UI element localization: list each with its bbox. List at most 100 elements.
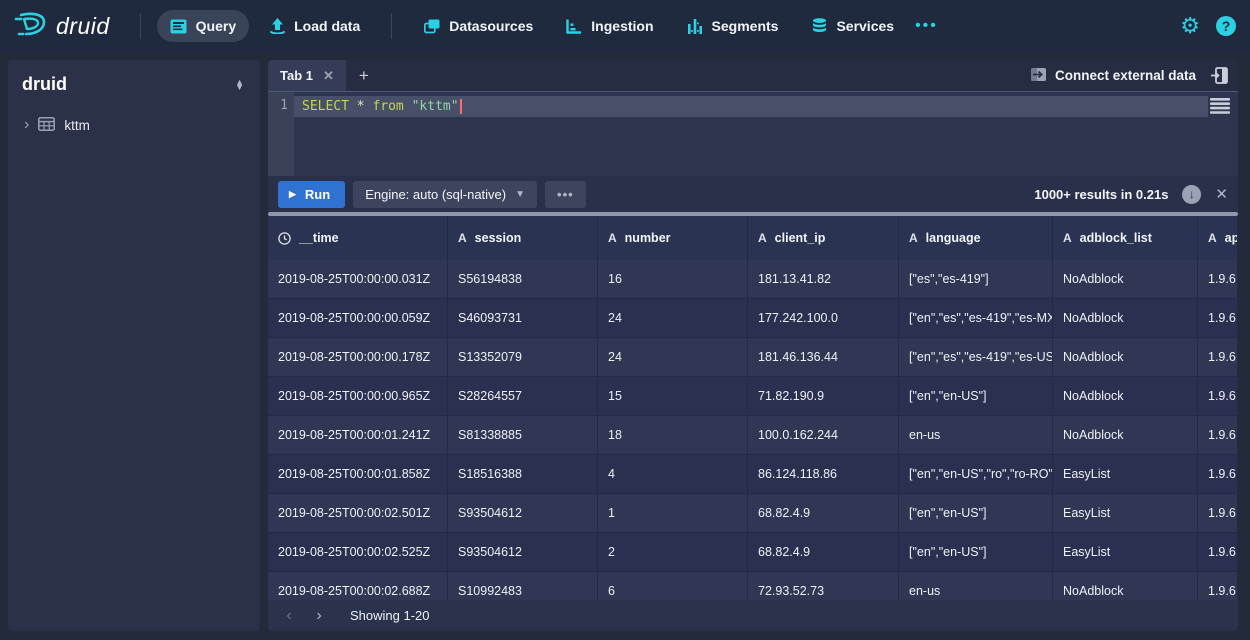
column-header-adblock_list[interactable]: Aadblock_list <box>1053 216 1198 260</box>
table-cell[interactable]: NoAdblock <box>1053 416 1198 455</box>
table-cell[interactable]: ["es","es-419"] <box>899 260 1053 299</box>
table-cell[interactable]: 1.9.6 <box>1198 260 1238 299</box>
nav-item-services[interactable]: Services <box>797 10 907 42</box>
code-area[interactable]: SELECT * from "kttm" <box>294 92 1238 176</box>
table-cell[interactable]: S93504612 <box>448 533 598 572</box>
table-cell[interactable]: EasyList <box>1053 455 1198 494</box>
close-results-icon[interactable]: ✕ <box>1215 185 1228 203</box>
sort-icon[interactable]: ▲▼ <box>233 78 246 92</box>
table-cell[interactable]: 2019-08-25T00:00:02.525Z <box>268 533 448 572</box>
table-cell[interactable]: 2019-08-25T00:00:00.059Z <box>268 299 448 338</box>
table-cell[interactable]: 24 <box>598 299 748 338</box>
table-cell[interactable]: NoAdblock <box>1053 260 1198 299</box>
table-cell[interactable]: 72.93.52.73 <box>748 572 899 600</box>
table-cell[interactable]: 1.9.6 <box>1198 572 1238 600</box>
download-icon[interactable]: ↓ <box>1182 185 1201 204</box>
table-cell[interactable]: NoAdblock <box>1053 299 1198 338</box>
table-cell[interactable]: ["en","es","es-419","es-MX" <box>899 299 1053 338</box>
tab-close-icon[interactable]: ✕ <box>323 68 334 84</box>
druid-logo[interactable]: druid <box>14 9 110 44</box>
table-cell[interactable]: 6 <box>598 572 748 600</box>
table-cell[interactable]: 1.9.6 <box>1198 377 1238 416</box>
table-cell[interactable]: ["en","en-US"] <box>899 494 1053 533</box>
table-cell[interactable]: 2019-08-25T00:00:01.241Z <box>268 416 448 455</box>
table-cell[interactable]: ["en","en-US","ro","ro-RO" <box>899 455 1053 494</box>
column-header-session[interactable]: Asession <box>448 216 598 260</box>
editor-menu-icon[interactable] <box>1210 98 1230 119</box>
table-cell[interactable]: S81338885 <box>448 416 598 455</box>
table-cell[interactable]: NoAdblock <box>1053 338 1198 377</box>
table-cell[interactable]: 100.0.162.244 <box>748 416 899 455</box>
settings-gear-icon[interactable]: ⚙ <box>1180 15 1200 37</box>
nav-item-datasources[interactable]: Datasources <box>410 10 546 42</box>
sql-line[interactable]: SELECT * from "kttm" <box>294 96 1208 117</box>
table-cell[interactable]: 1 <box>598 494 748 533</box>
table-cell[interactable]: NoAdblock <box>1053 377 1198 416</box>
table-cell[interactable]: 2019-08-25T00:00:02.688Z <box>268 572 448 600</box>
table-cell[interactable]: 2019-08-25T00:00:00.965Z <box>268 377 448 416</box>
table-cell[interactable]: S46093731 <box>448 299 598 338</box>
connect-external-data-button[interactable]: Connect external data <box>1030 67 1196 85</box>
table-cell[interactable]: en-us <box>899 572 1053 600</box>
column-header-client_ip[interactable]: Aclient_ip <box>748 216 899 260</box>
prev-page-icon[interactable]: ‹ <box>276 604 302 628</box>
table-cell[interactable]: 2 <box>598 533 748 572</box>
table-cell[interactable]: 68.82.4.9 <box>748 533 899 572</box>
table-cell[interactable]: 1.9.6 <box>1198 299 1238 338</box>
table-cell[interactable]: 1.9.6 <box>1198 494 1238 533</box>
table-cell[interactable]: ["en","en-US"] <box>899 377 1053 416</box>
table-cell[interactable]: 1.9.6 <box>1198 338 1238 377</box>
open-side-panel-icon[interactable] <box>1210 67 1228 84</box>
table-cell[interactable]: S28264557 <box>448 377 598 416</box>
table-cell[interactable]: S10992483 <box>448 572 598 600</box>
add-tab-button[interactable]: + <box>346 60 382 91</box>
run-button[interactable]: ▶ Run <box>278 181 345 208</box>
table-cell[interactable]: 1.9.6 <box>1198 416 1238 455</box>
table-cell[interactable]: 86.124.118.86 <box>748 455 899 494</box>
table-cell[interactable]: NoAdblock <box>1053 572 1198 600</box>
table-cell[interactable]: EasyList <box>1053 494 1198 533</box>
table-cell[interactable]: 1.9.6 <box>1198 455 1238 494</box>
sql-editor[interactable]: 1 SELECT * from "kttm" <box>268 92 1238 176</box>
column-header-ap[interactable]: Aap <box>1198 216 1238 260</box>
table-cell[interactable]: ["en","es","es-419","es-US" <box>899 338 1053 377</box>
table-cell[interactable]: 2019-08-25T00:00:00.031Z <box>268 260 448 299</box>
table-cell[interactable]: 71.82.190.9 <box>748 377 899 416</box>
query-more-button[interactable]: ••• <box>545 181 586 208</box>
engine-select-button[interactable]: Engine: auto (sql-native) ▼ <box>353 181 537 208</box>
table-cell[interactable]: EasyList <box>1053 533 1198 572</box>
table-cell[interactable]: 1.9.6 <box>1198 533 1238 572</box>
table-cell[interactable]: 16 <box>598 260 748 299</box>
table-cell[interactable]: 4 <box>598 455 748 494</box>
table-cell[interactable]: S56194838 <box>448 260 598 299</box>
nav-item-query[interactable]: Query <box>157 10 249 42</box>
table-cell[interactable]: 2019-08-25T00:00:00.178Z <box>268 338 448 377</box>
nav-item-load-data[interactable]: Load data <box>255 10 373 42</box>
navbar-more-button[interactable]: ••• <box>907 10 946 42</box>
column-header-language[interactable]: Alanguage <box>899 216 1053 260</box>
datasource-item-kttm[interactable]: ›kttm <box>22 113 246 138</box>
horizontal-scrollbar[interactable] <box>268 212 1238 216</box>
table-cell[interactable]: 68.82.4.9 <box>748 494 899 533</box>
nav-item-segments[interactable]: Segments <box>673 10 792 42</box>
table-cell[interactable]: 2019-08-25T00:00:01.858Z <box>268 455 448 494</box>
tab-1[interactable]: Tab 1 ✕ <box>268 60 346 91</box>
table-cell[interactable]: en-us <box>899 416 1053 455</box>
table-cell[interactable]: 24 <box>598 338 748 377</box>
table-cell[interactable]: S13352079 <box>448 338 598 377</box>
table-cell[interactable]: 181.46.136.44 <box>748 338 899 377</box>
nav-item-ingestion[interactable]: Ingestion <box>552 10 666 42</box>
table-cell[interactable]: S93504612 <box>448 494 598 533</box>
chevron-right-icon[interactable]: › <box>24 117 29 133</box>
table-cell[interactable]: 2019-08-25T00:00:02.501Z <box>268 494 448 533</box>
table-cell[interactable]: 18 <box>598 416 748 455</box>
table-cell[interactable]: ["en","en-US"] <box>899 533 1053 572</box>
column-header-__time[interactable]: __time <box>268 216 448 260</box>
next-page-icon[interactable]: › <box>306 604 332 628</box>
table-cell[interactable]: 177.242.100.0 <box>748 299 899 338</box>
table-cell[interactable]: 15 <box>598 377 748 416</box>
table-cell[interactable]: 181.13.41.82 <box>748 260 899 299</box>
table-cell[interactable]: S18516388 <box>448 455 598 494</box>
help-icon[interactable]: ? <box>1216 16 1236 36</box>
column-header-number[interactable]: Anumber <box>598 216 748 260</box>
